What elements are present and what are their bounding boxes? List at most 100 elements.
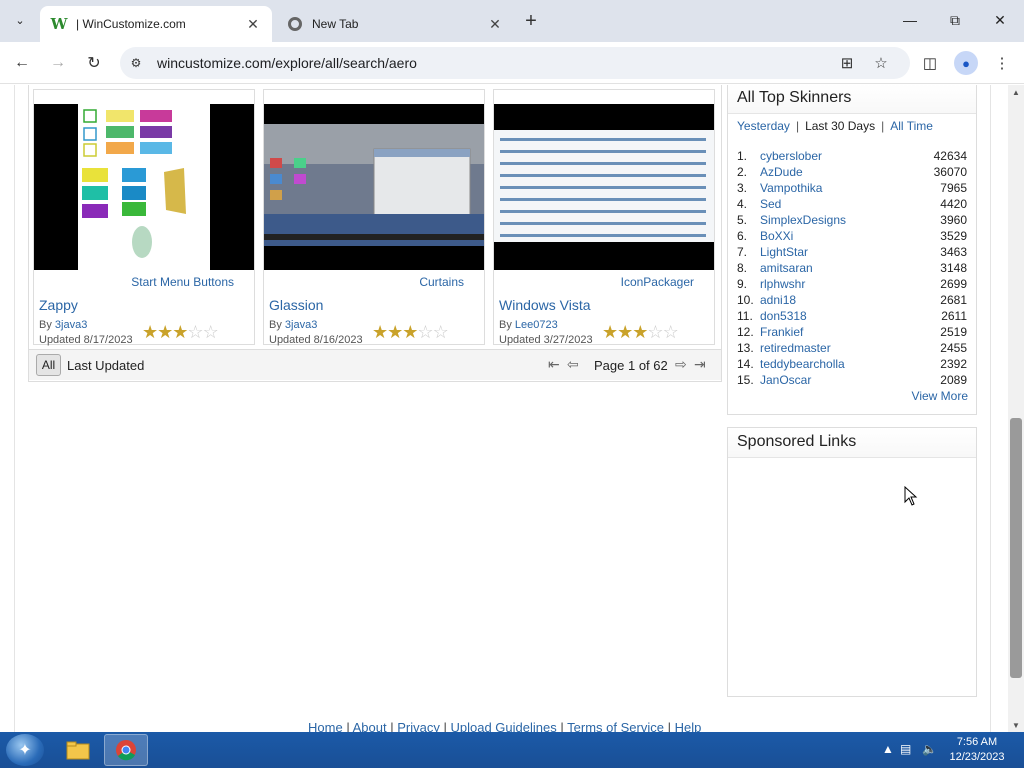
tab-search-chevron-icon[interactable]: ⌄ (8, 8, 32, 32)
show-hidden-icons-icon[interactable]: ▲ (882, 742, 894, 756)
skinner-name-link[interactable]: Vampothika (760, 181, 822, 195)
skin-title-link[interactable]: Zappy (39, 297, 78, 313)
thumbnail-image[interactable] (494, 104, 714, 270)
footer-home-link[interactable]: Home (308, 720, 343, 732)
skinner-name-link[interactable]: cyberslober (760, 149, 822, 163)
restore-icon[interactable]: ⧉ (941, 8, 969, 32)
skinner-rank: 14. (737, 357, 754, 371)
next-page-icon[interactable]: ⇨ (675, 356, 687, 373)
skinner-name-link[interactable]: JanOscar (760, 373, 811, 387)
category-link[interactable]: Start Menu Buttons (131, 275, 234, 289)
profile-avatar-icon[interactable]: ● (954, 51, 978, 75)
by-prefix: By (39, 319, 52, 331)
view-more-link[interactable]: View More (912, 389, 968, 403)
result-card[interactable]: IconPackager Windows Vista By Lee0723 Up… (493, 89, 715, 346)
filter-all-time[interactable]: All Time (890, 119, 933, 133)
system-clock[interactable]: 7:56 AM 12/23/2023 (947, 735, 1007, 765)
thumbnail-image[interactable] (34, 104, 254, 270)
tab-close-icon[interactable]: ✕ (244, 15, 262, 33)
author-link[interactable]: 3java3 (285, 319, 317, 331)
byline: By Lee0723 (499, 319, 558, 331)
footer-help-link[interactable]: Help (675, 720, 702, 732)
skinner-row: 9. rlphwshr 2699 (737, 277, 967, 293)
skinner-name-link[interactable]: Frankief (760, 325, 803, 339)
network-icon[interactable]: ▤ (900, 742, 911, 756)
chrome-taskbar-icon[interactable] (104, 734, 148, 766)
skinner-name-link[interactable]: AzDude (760, 165, 803, 179)
footer-privacy-link[interactable]: Privacy (397, 720, 440, 732)
skinner-row: 5. SimplexDesigns 3960 (737, 213, 967, 229)
skinner-name-link[interactable]: Sed (760, 197, 781, 211)
window-close-icon[interactable]: ✕ (986, 8, 1014, 32)
bookmark-star-icon[interactable]: ☆ (870, 53, 892, 73)
first-page-icon[interactable]: ⇤ (548, 356, 560, 373)
volume-muted-icon[interactable]: 🔈 (922, 742, 937, 756)
page-scrollbar[interactable]: ▲ ▼ (1008, 85, 1024, 732)
menu-kebab-icon[interactable]: ⋮ (990, 51, 1014, 75)
skinner-rank: 7. (737, 245, 748, 259)
skinner-count: 3148 (940, 261, 967, 275)
byline: By 3java3 (269, 319, 317, 331)
filter-yesterday[interactable]: Yesterday (737, 119, 790, 133)
new-tab-plus-icon[interactable]: + (520, 10, 542, 32)
skinner-rank: 13. (737, 341, 754, 355)
skin-title-link[interactable]: Windows Vista (499, 297, 591, 313)
skinner-name-link[interactable]: amitsaran (760, 261, 813, 275)
sponsored-links-panel: Sponsored Links (727, 427, 977, 697)
skinner-row: 12. Frankief 2519 (737, 325, 967, 341)
category-link[interactable]: IconPackager (621, 275, 694, 289)
footer-separator: | (560, 720, 564, 732)
footer-separator: | (346, 720, 350, 732)
all-filter-button[interactable]: All (36, 354, 61, 376)
sort-label: Last Updated (67, 358, 145, 373)
skinner-name-link[interactable]: rlphwshr (760, 277, 805, 291)
author-link[interactable]: Lee0723 (515, 319, 558, 331)
skinner-count: 42634 (933, 149, 967, 163)
last-page-icon[interactable]: ⇥ (694, 356, 706, 373)
skinner-name-link[interactable]: don5318 (760, 309, 807, 323)
footer-terms-link[interactable]: Terms of Service (567, 720, 664, 732)
start-button-icon[interactable]: ✦ (6, 734, 44, 766)
install-app-icon[interactable]: ⊞ (836, 53, 858, 73)
minimize-icon[interactable]: — (896, 8, 924, 32)
skin-title-link[interactable]: Glassion (269, 297, 323, 313)
scroll-down-arrow-icon[interactable]: ▼ (1008, 718, 1024, 732)
author-link[interactable]: 3java3 (55, 319, 87, 331)
skinner-name-link[interactable]: teddybearcholla (760, 357, 845, 371)
skinner-row: 3. Vampothika 7965 (737, 181, 967, 197)
reload-icon[interactable]: ↻ (81, 51, 107, 75)
tab-close-icon[interactable]: ✕ (486, 15, 504, 33)
footer-about-link[interactable]: About (353, 720, 387, 732)
url-text[interactable]: wincustomize.com/explore/all/search/aero (157, 55, 417, 71)
skinner-name-link[interactable]: SimplexDesigns (760, 213, 846, 227)
file-explorer-icon[interactable] (56, 734, 100, 766)
scroll-thumb[interactable] (1010, 418, 1022, 678)
skinner-name-link[interactable]: LightStar (760, 245, 808, 259)
footer-upload-guidelines-link[interactable]: Upload Guidelines (451, 720, 557, 732)
star-filled-icon: ★ (632, 322, 648, 342)
windows-taskbar: ✦ ▲ ▤ 🔈 7:56 AM 12/23/2023 (0, 732, 1024, 768)
side-panel-icon[interactable]: ◫ (918, 51, 942, 75)
site-settings-icon[interactable]: ⚙ (128, 55, 144, 71)
category-link[interactable]: Curtains (419, 275, 464, 289)
forward-arrow-icon[interactable]: → (45, 51, 71, 75)
tab-wincustomize[interactable]: W | WinCustomize.com ✕ (40, 6, 272, 42)
result-card[interactable]: Curtains Glassion By 3java3 Updated 8/16… (263, 89, 485, 346)
skinner-name-link[interactable]: BoXXi (760, 229, 793, 243)
skinner-rank: 11. (737, 309, 753, 323)
thumbnail-image[interactable] (264, 104, 484, 270)
address-bar[interactable]: ⚙ wincustomize.com/explore/all/search/ae… (120, 47, 910, 79)
tab-new-tab[interactable]: New Tab ✕ (278, 6, 514, 42)
skinner-name-link[interactable]: retiredmaster (760, 341, 831, 355)
result-card[interactable]: Start Menu Buttons Zappy By 3java3 Updat… (33, 89, 255, 346)
updated-date: Updated 3/27/2023 (499, 334, 593, 346)
skinner-row: 14. teddybearcholla 2392 (737, 357, 967, 373)
skinner-name-link[interactable]: adni18 (760, 293, 796, 307)
previous-page-icon[interactable]: ⇦ (567, 356, 579, 373)
filter-last-30-days[interactable]: Last 30 Days (805, 119, 875, 133)
scroll-up-arrow-icon[interactable]: ▲ (1008, 85, 1024, 99)
tab-title: New Tab (312, 17, 359, 31)
back-arrow-icon[interactable]: ← (9, 51, 35, 75)
tab-title: | WinCustomize.com (76, 17, 186, 31)
skinner-row: 4. Sed 4420 (737, 197, 967, 213)
